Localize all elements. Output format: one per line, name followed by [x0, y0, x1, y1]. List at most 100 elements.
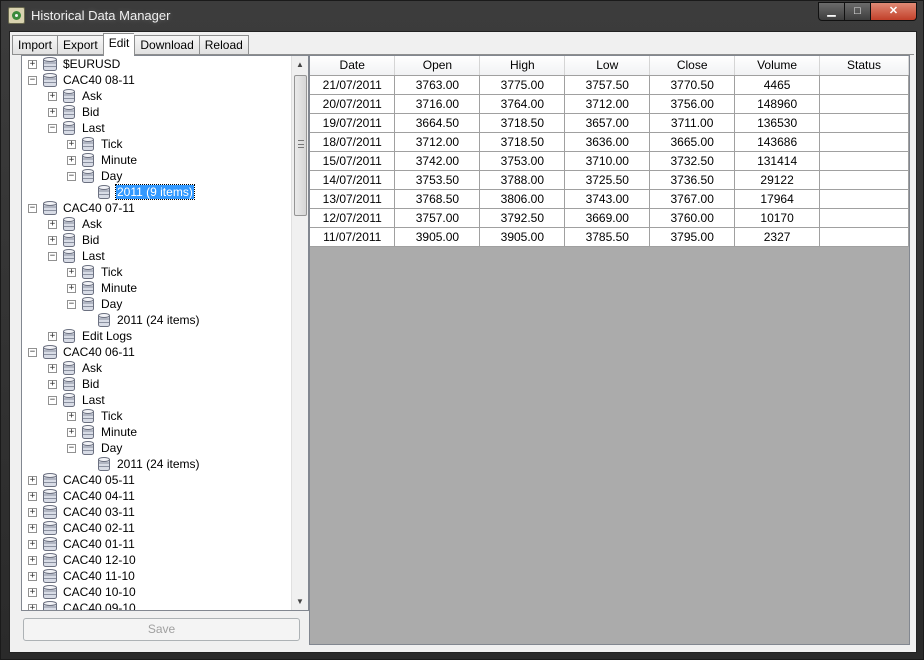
tree-node-label[interactable]: CAC40 04-11	[62, 489, 136, 503]
tree-node[interactable]: 2011 (9 items)	[22, 184, 292, 200]
cell-low[interactable]: 3743.00	[564, 188, 651, 209]
tree-node-label[interactable]: Tick	[100, 137, 124, 151]
tree-node-label[interactable]: Ask	[81, 361, 103, 375]
cell-open[interactable]: 3742.00	[394, 150, 481, 171]
tree-node[interactable]: + CAC40 02-11	[22, 520, 292, 536]
tree-node-label[interactable]: 2011 (24 items)	[116, 457, 200, 471]
expand-icon[interactable]: +	[67, 284, 76, 293]
cell-date[interactable]: 20/07/2011	[310, 93, 396, 114]
tree-node-label[interactable]: Minute	[100, 153, 138, 167]
cell-open[interactable]: 3712.00	[394, 131, 481, 152]
cell-date[interactable]: 21/07/2011	[310, 74, 396, 95]
cell-close[interactable]: 3760.00	[649, 207, 736, 228]
tree-node[interactable]: − CAC40 07-11	[22, 200, 292, 216]
tree-node[interactable]: − Last	[22, 120, 292, 136]
tree-node-label[interactable]: CAC40 06-11	[62, 345, 136, 359]
scroll-up-arrow-icon[interactable]: ▲	[292, 56, 308, 73]
cell-open[interactable]: 3753.50	[394, 169, 481, 190]
expand-icon[interactable]: +	[28, 588, 37, 597]
cell-high[interactable]: 3792.50	[479, 207, 566, 228]
column-header-high[interactable]: High	[479, 56, 566, 76]
cell-close[interactable]: 3711.00	[649, 112, 736, 133]
tree-node-label[interactable]: CAC40 03-11	[62, 505, 136, 519]
cell-volume[interactable]: 131414	[734, 150, 821, 171]
tree-node-label[interactable]: Minute	[100, 281, 138, 295]
expand-icon[interactable]: +	[28, 572, 37, 581]
title-bar[interactable]: Historical Data Manager ▁ □ ✕	[1, 1, 923, 31]
cell-date[interactable]: 18/07/2011	[310, 131, 396, 152]
cell-open[interactable]: 3757.00	[394, 207, 481, 228]
cell-high[interactable]: 3718.50	[479, 131, 566, 152]
expand-icon[interactable]: +	[67, 268, 76, 277]
scroll-down-arrow-icon[interactable]: ▼	[292, 593, 308, 610]
tree-node-label[interactable]: Minute	[100, 425, 138, 439]
expand-icon[interactable]: +	[48, 332, 57, 341]
tree-node-label[interactable]: Bid	[81, 105, 100, 119]
tree-node[interactable]: + Ask	[22, 88, 292, 104]
expand-icon[interactable]: +	[67, 140, 76, 149]
tree-node[interactable]: + CAC40 10-10	[22, 584, 292, 600]
table-row[interactable]: 18/07/2011 3712.00 3718.50 3636.00 3665.00 14…	[310, 131, 909, 152]
column-header-open[interactable]: Open	[394, 56, 481, 76]
tree-node-label[interactable]: CAC40 07-11	[62, 201, 136, 215]
column-header-date[interactable]: Date	[310, 56, 396, 76]
tree-node[interactable]: + CAC40 04-11	[22, 488, 292, 504]
tree-node-label[interactable]: CAC40 12-10	[62, 553, 137, 567]
data-grid[interactable]: Date Open High Low Close Volume Status 21/07/2…	[309, 55, 910, 645]
collapse-icon[interactable]: −	[28, 204, 37, 213]
tree-node[interactable]: + Minute	[22, 280, 292, 296]
collapse-icon[interactable]: −	[48, 396, 57, 405]
tree-node[interactable]: + Bid	[22, 104, 292, 120]
cell-high[interactable]: 3788.00	[479, 169, 566, 190]
cell-close[interactable]: 3732.50	[649, 150, 736, 171]
cell-volume[interactable]: 4465	[734, 74, 821, 95]
tree-node[interactable]: + Ask	[22, 216, 292, 232]
tree-node-label[interactable]: Tick	[100, 265, 124, 279]
table-row[interactable]: 19/07/2011 3664.50 3718.50 3657.00 3711.00 13…	[310, 112, 909, 133]
tree-node[interactable]: + Ask	[22, 360, 292, 376]
cell-open[interactable]: 3664.50	[394, 112, 481, 133]
tree-node[interactable]: − Day	[22, 168, 292, 184]
tree-node[interactable]: + CAC40 03-11	[22, 504, 292, 520]
cell-low[interactable]: 3657.00	[564, 112, 651, 133]
tree-node-label[interactable]: CAC40 02-11	[62, 521, 136, 535]
cell-date[interactable]: 13/07/2011	[310, 188, 396, 209]
expand-icon[interactable]: +	[48, 220, 57, 229]
table-row[interactable]: 21/07/2011 3763.00 3775.00 3757.50 3770.50 44…	[310, 74, 909, 95]
tree-node-label[interactable]: Day	[100, 169, 123, 183]
cell-close[interactable]: 3756.00	[649, 93, 736, 114]
cell-date[interactable]: 19/07/2011	[310, 112, 396, 133]
tree-node[interactable]: − CAC40 08-11	[22, 72, 292, 88]
tree-node-label[interactable]: Last	[81, 249, 106, 263]
cell-date[interactable]: 11/07/2011	[310, 226, 396, 247]
tree-node-label[interactable]: Edit Logs	[81, 329, 133, 343]
cell-high[interactable]: 3905.00	[479, 226, 566, 247]
cell-low[interactable]: 3636.00	[564, 131, 651, 152]
cell-high[interactable]: 3806.00	[479, 188, 566, 209]
tree-node[interactable]: + CAC40 11-10	[22, 568, 292, 584]
tab-edit[interactable]: Edit	[102, 33, 135, 56]
expand-icon[interactable]: +	[67, 156, 76, 165]
expand-icon[interactable]: +	[28, 604, 37, 610]
tree-node-label[interactable]: CAC40 01-11	[62, 537, 136, 551]
cell-low[interactable]: 3712.00	[564, 93, 651, 114]
tree-node[interactable]: + CAC40 01-11	[22, 536, 292, 552]
expand-icon[interactable]: +	[28, 524, 37, 533]
tree-node[interactable]: + CAC40 12-10	[22, 552, 292, 568]
column-header-status[interactable]: Status	[819, 56, 909, 76]
table-row[interactable]: 20/07/2011 3716.00 3764.00 3712.00 3756.00 14…	[310, 93, 909, 114]
cell-status[interactable]	[819, 112, 909, 133]
tree-node[interactable]: + Minute	[22, 152, 292, 168]
tree-node-label[interactable]: Day	[100, 297, 123, 311]
cell-low[interactable]: 3669.00	[564, 207, 651, 228]
cell-date[interactable]: 14/07/2011	[310, 169, 396, 190]
tab-reload[interactable]: Reload	[198, 35, 249, 55]
cell-status[interactable]	[819, 207, 909, 228]
tab-import[interactable]: Import	[12, 35, 58, 55]
expand-icon[interactable]: +	[28, 556, 37, 565]
cell-close[interactable]: 3736.50	[649, 169, 736, 190]
expand-icon[interactable]: +	[48, 236, 57, 245]
tree-node-label[interactable]: 2011 (24 items)	[116, 313, 200, 327]
minimize-button[interactable]: ▁	[818, 2, 845, 21]
tree-node-label[interactable]: Last	[81, 393, 106, 407]
